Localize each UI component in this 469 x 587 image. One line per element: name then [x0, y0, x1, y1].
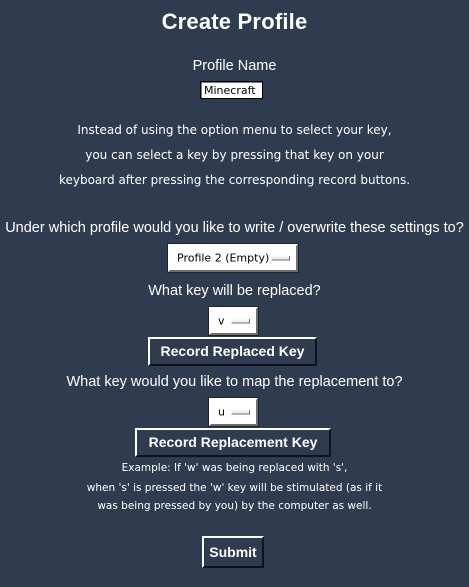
- instructions-line-2: you can select a key by pressing that ke…: [85, 148, 384, 162]
- instructions-line-1: Instead of using the option menu to sele…: [77, 123, 392, 137]
- replacement-key-question: What key would you like to map the repla…: [66, 374, 403, 390]
- submit-button[interactable]: Submit: [202, 536, 264, 568]
- option-indicator-icon: [231, 318, 250, 324]
- example-line-1: Example: If 'w' was being replaced with …: [121, 462, 348, 474]
- record-replaced-key-button[interactable]: Record Replaced Key: [148, 337, 317, 366]
- profile-question-label: Under which profile would you like to wr…: [5, 220, 464, 236]
- example-line-3: was being pressed by you) by the compute…: [97, 500, 372, 512]
- instructions-line-3: keyboard after pressing the correspondin…: [58, 173, 411, 187]
- profile-name-label: Profile Name: [192, 58, 277, 74]
- profile-name-field[interactable]: Minecraft: [200, 81, 263, 99]
- record-replacement-key-button[interactable]: Record Replacement Key: [135, 428, 331, 457]
- replacement-key-select[interactable]: u: [208, 397, 259, 427]
- replacement-key-value: u: [218, 405, 225, 419]
- replaced-key-value: v: [218, 314, 225, 328]
- profile-select[interactable]: Profile 2 (Empty): [167, 243, 299, 273]
- example-line-2: when 's' is pressed the 'w' key will be …: [86, 482, 383, 494]
- option-indicator-icon: [271, 255, 290, 261]
- page-title: Create Profile: [161, 9, 308, 34]
- replaced-key-select[interactable]: v: [208, 306, 259, 336]
- replaced-key-question: What key will be replaced?: [148, 283, 321, 299]
- option-indicator-icon: [231, 409, 250, 415]
- profile-select-value: Profile 2 (Empty): [177, 251, 270, 265]
